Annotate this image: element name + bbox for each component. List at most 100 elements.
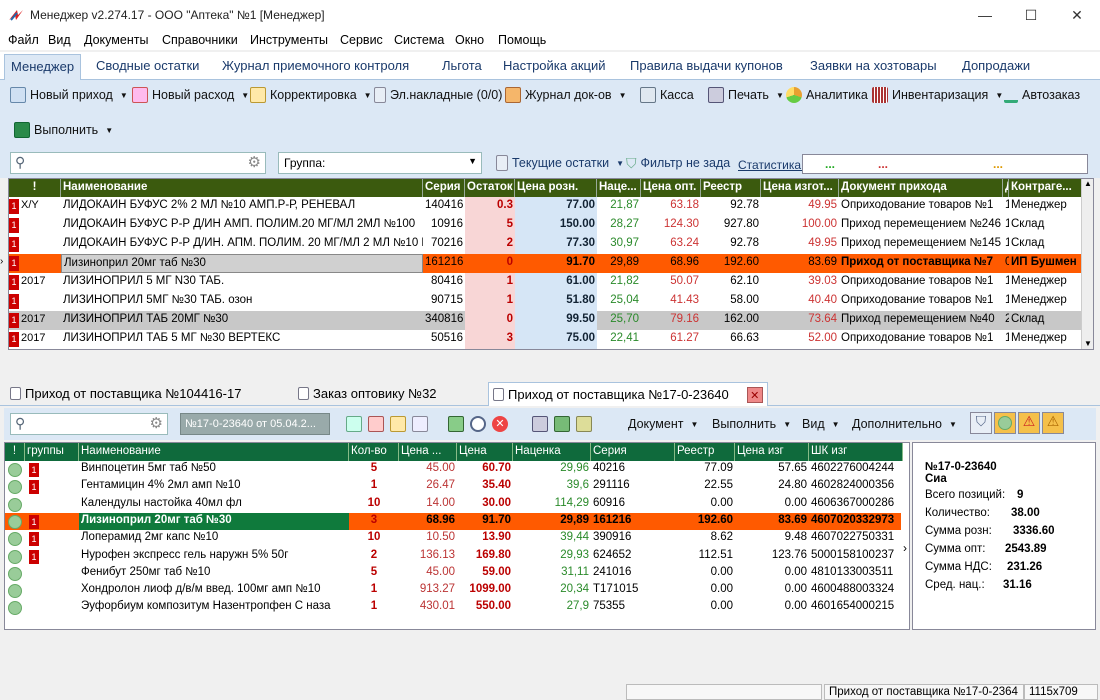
table-row[interactable]: Календулы настойка 40мл фл 10 14.00 30.00 11…: [5, 495, 901, 513]
autoorder-button[interactable]: Автозаказ: [1004, 85, 1080, 105]
doctab-order-32[interactable]: Заказ оптовику №32: [298, 386, 437, 401]
filter-button[interactable]: ⛉ Фильтр не зада: [626, 153, 730, 173]
print-button[interactable]: Печать ▼: [708, 85, 784, 105]
group-select[interactable]: Группа: ▼: [278, 152, 482, 174]
column-header[interactable]: Наце...: [597, 179, 641, 197]
execute-menu-button[interactable]: Выполнить ▼: [712, 414, 791, 434]
tab-manager[interactable]: Менеджер: [4, 54, 82, 81]
tab-coupon-rules[interactable]: Правила выдачи купонов: [630, 58, 783, 73]
cashier-button[interactable]: Касса: [640, 85, 694, 105]
table-row[interactable]: 1 Лизиноприл 20мг таб №30 161216 0 91.70 29,8…: [0, 254, 1083, 273]
scroll-up-icon[interactable]: ▲: [1084, 179, 1092, 188]
menu-tools[interactable]: Инструменты: [250, 33, 328, 47]
price-tag-icon[interactable]: [576, 416, 592, 432]
execute-button[interactable]: Выполнить ▼: [14, 120, 113, 140]
table-row[interactable]: 1 2017 ЛИЗИНОПРИЛ ТАБ 5 МГ №30 ВЕРТЕКС 5051…: [9, 330, 1083, 349]
menu-system[interactable]: Система: [394, 33, 444, 47]
table-row[interactable]: 1 Гентамицин 4% 2мл амп №10 1 26.47 35.40 39,…: [5, 478, 901, 496]
table-row[interactable]: 1 ЛИЗИНОПРИЛ 5МГ №30 ТАБ. озон 90715 1 51.80…: [9, 292, 1083, 311]
edit-row-icon[interactable]: [390, 416, 406, 432]
current-stock-button[interactable]: Текущие остатки ▼: [496, 153, 624, 173]
column-header[interactable]: Серия: [423, 179, 465, 197]
close-button[interactable]: ✕: [1054, 0, 1100, 30]
column-header[interactable]: !: [9, 179, 61, 197]
document-menu-button[interactable]: Документ ▼: [628, 414, 698, 434]
column-header[interactable]: Цена: [457, 443, 513, 461]
menu-documents[interactable]: Документы: [84, 33, 148, 47]
table-row[interactable]: 1 2017 ЛИЗИНОПРИЛ 5 МГ N30 ТАБ. 80416 1 61.00…: [9, 273, 1083, 292]
additional-menu-button[interactable]: Дополнительно ▼: [852, 414, 957, 434]
column-header[interactable]: Серия: [591, 443, 675, 461]
column-header[interactable]: Наименование: [61, 179, 423, 197]
column-header[interactable]: Наценка: [513, 443, 591, 461]
warning-red-icon[interactable]: ⚠: [1018, 412, 1040, 434]
column-header[interactable]: Цена розн.: [515, 179, 597, 197]
tab-summary-stock[interactable]: Сводные остатки: [96, 58, 199, 73]
analytics-button[interactable]: Аналитика: [786, 85, 868, 105]
scroll-down-icon[interactable]: ▼: [1084, 339, 1092, 348]
maximize-button[interactable]: ☐: [1008, 0, 1054, 30]
column-header[interactable]: Цена изгот...: [761, 179, 839, 197]
table-row[interactable]: 1 2017 ЛИЗИНОПРИЛ ТАБ 20МГ №30 340816 0 99.50…: [9, 311, 1083, 330]
document-number-field[interactable]: №17-0-23640 от 05.04.2...: [180, 413, 330, 435]
menu-references[interactable]: Справочники: [162, 33, 238, 47]
tab-upsell[interactable]: Допродажи: [962, 58, 1030, 73]
column-header[interactable]: ШК изг: [809, 443, 903, 461]
money-icon[interactable]: [554, 416, 570, 432]
table-row[interactable]: 1 Винпоцетин 5мг таб №50 5 45.00 60.70 29,96 4…: [5, 461, 901, 478]
move-icon[interactable]: [448, 416, 464, 432]
e-invoices-button[interactable]: Эл.накладные (0/0): [374, 85, 502, 105]
column-header[interactable]: Кол-во: [349, 443, 399, 461]
vertical-scrollbar[interactable]: ▲ ▼: [1081, 179, 1093, 349]
docs-journal-button[interactable]: Журнал док-ов ▼: [505, 85, 626, 105]
printer-icon[interactable]: [532, 416, 548, 432]
menu-window[interactable]: Окно: [455, 33, 484, 47]
column-header[interactable]: Цена ...: [399, 443, 457, 461]
inventory-button[interactable]: Инвентаризация ▼: [872, 85, 1003, 105]
expand-arrow-icon[interactable]: ›: [903, 541, 907, 555]
gear-icon[interactable]: ⚙: [150, 414, 163, 432]
minimize-button[interactable]: —: [962, 0, 1008, 30]
tab-benefit[interactable]: Льгота: [442, 58, 482, 73]
table-row[interactable]: Хондролон лиоф д/в/м введ. 100мг амп №10…: [5, 582, 901, 600]
search-input[interactable]: ⚲ ⚙: [10, 152, 266, 174]
table-row[interactable]: 1 Нурофен экспресс гель наружн 5% 50г 2 136…: [5, 547, 901, 565]
items-search-input[interactable]: ⚲ ⚙: [10, 413, 168, 435]
column-header[interactable]: Реестр: [675, 443, 735, 461]
table-row[interactable]: 1 Лизиноприл 20мг таб №30 3 68.96 91.70 29,89…: [5, 512, 901, 530]
table-row[interactable]: 1 Лоперамид 2мг капс №10 10 10.50 13.90 39,44…: [5, 530, 901, 548]
copy-icon[interactable]: [412, 416, 428, 432]
table-row[interactable]: 1 X/Y ЛИДОКАИН БУФУС 2% 2 МЛ №10 АМП.Р-Р, …: [9, 197, 1083, 216]
cancel-icon[interactable]: ✕: [492, 416, 508, 432]
column-header[interactable]: Цена изг: [735, 443, 809, 461]
add-row-icon[interactable]: [346, 416, 362, 432]
close-tab-icon[interactable]: ✕: [746, 386, 763, 403]
check-filter-icon[interactable]: [994, 412, 1016, 434]
view-menu-button[interactable]: Вид ▼: [802, 414, 840, 434]
tab-promo-settings[interactable]: Настройка акций: [503, 58, 606, 73]
menu-service[interactable]: Сервис: [340, 33, 383, 47]
column-header[interactable]: группы: [25, 443, 79, 461]
gear-icon[interactable]: ⚙: [248, 153, 261, 171]
column-header[interactable]: Документ прихода: [839, 179, 1003, 197]
column-header[interactable]: Наименование: [79, 443, 349, 461]
menu-help[interactable]: Помощь: [498, 33, 546, 47]
doctab-income-104416[interactable]: Приход от поставщика №104416-17: [10, 386, 241, 401]
tab-supply-requests[interactable]: Заявки на хозтовары: [810, 58, 937, 73]
column-header[interactable]: Контраге...: [1009, 179, 1083, 197]
table-row[interactable]: 1 ЛИДОКАИН БУФУС Р-Р Д/ИН. АПМ. ПОЛИМ. 20…: [9, 235, 1083, 254]
correction-button[interactable]: Корректировка ▼: [250, 85, 372, 105]
warning-yellow-icon[interactable]: ⚠: [1042, 412, 1064, 434]
table-row[interactable]: Фенибут 250мг таб №10 5 45.00 59.00 31,11 241…: [5, 564, 901, 582]
delete-row-icon[interactable]: [368, 416, 384, 432]
column-header[interactable]: !: [5, 443, 25, 461]
table-row[interactable]: Эуфорбиум композитум Назентропфен С наза…: [5, 599, 901, 617]
timer-icon[interactable]: [470, 416, 486, 432]
menu-file[interactable]: Файл: [8, 33, 39, 47]
column-header[interactable]: Реестр: [701, 179, 761, 197]
column-header[interactable]: Остаток: [465, 179, 515, 197]
menu-view[interactable]: Вид: [48, 33, 71, 47]
column-header[interactable]: Цена опт.: [641, 179, 701, 197]
new-expense-button[interactable]: Новый расход ▼: [132, 85, 249, 105]
table-row[interactable]: 1 ЛИДОКАИН БУФУС Р-Р Д/ИН АМП. ПОЛИМ.20 М…: [9, 216, 1083, 235]
